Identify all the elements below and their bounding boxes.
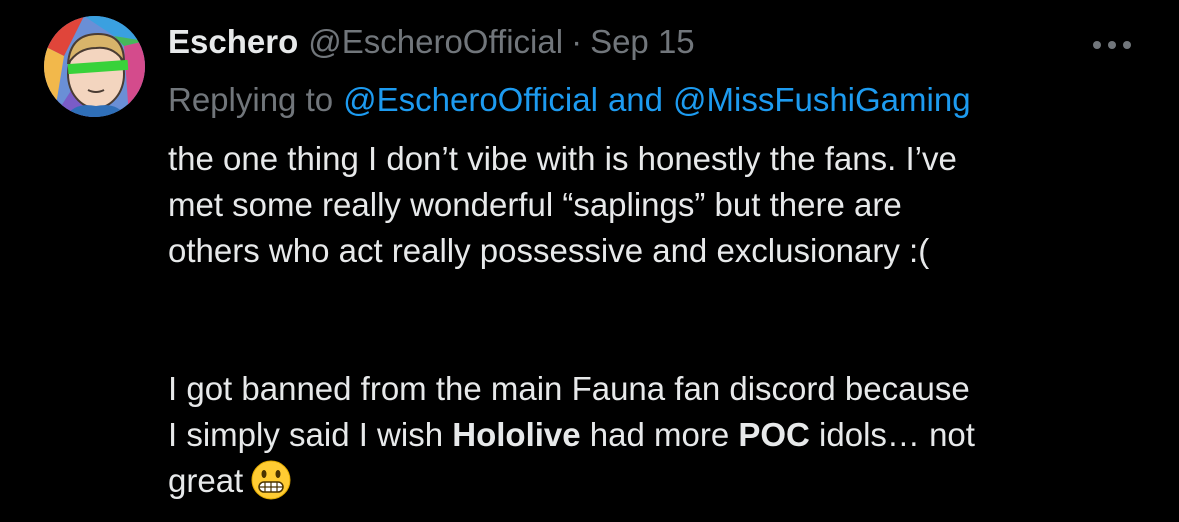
tweet-bold-text: POC <box>738 416 810 453</box>
avatar[interactable] <box>44 16 145 117</box>
avatar-image <box>44 16 145 117</box>
tweet-bold-text: Hololive <box>452 416 581 453</box>
reply-and-text: and <box>607 81 663 118</box>
tweet-header: Eschero @EscheroOfficial · Sep 15 <box>168 20 695 64</box>
tweet: Eschero @EscheroOfficial · Sep 15 Replyi… <box>0 0 1179 522</box>
user-handle[interactable]: @EscheroOfficial <box>308 23 563 61</box>
more-horizontal-icon <box>1093 41 1131 49</box>
reply-mention-link[interactable]: @EscheroOfficial <box>343 81 598 119</box>
tweet-paragraph: I got banned from the main Fauna fan dis… <box>168 366 1158 512</box>
tweet-date[interactable]: Sep 15 <box>590 23 695 61</box>
replying-to-label: Replying to <box>168 81 334 118</box>
more-button[interactable] <box>1088 30 1136 60</box>
replying-to: Replying to @EscheroOfficial and @MissFu… <box>168 78 971 122</box>
tweet-paragraph: the one thing I don’t vibe with is hones… <box>168 140 957 269</box>
separator-dot: · <box>571 23 583 60</box>
tweet-text: the one thing I don’t vibe with is hones… <box>168 136 1158 512</box>
reply-mention-link[interactable]: @MissFushiGaming <box>673 81 971 119</box>
display-name[interactable]: Eschero <box>168 23 298 61</box>
grimacing-face-emoji <box>251 460 291 512</box>
tweet-text-segment: had more <box>580 416 739 453</box>
